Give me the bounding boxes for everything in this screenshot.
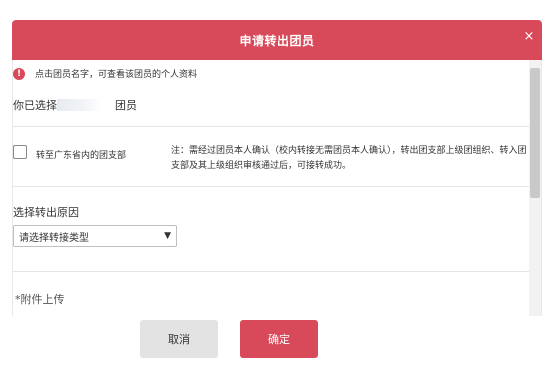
dialog-footer: 取消 确定 bbox=[12, 316, 542, 382]
chevron-down-icon: ▼ bbox=[164, 231, 171, 241]
guangdong-transfer-checkbox[interactable] bbox=[13, 145, 27, 159]
selected-prefix: 你已选择 bbox=[13, 99, 57, 112]
divider bbox=[13, 271, 531, 272]
reason-label: 选择转出原因 bbox=[13, 206, 79, 219]
divider bbox=[13, 126, 531, 127]
scrollbar-thumb[interactable] bbox=[530, 68, 540, 198]
cancel-button[interactable]: 取消 bbox=[140, 320, 218, 358]
scrollbar[interactable] bbox=[529, 60, 541, 316]
divider bbox=[13, 186, 531, 187]
selected-member-name-blurred[interactable] bbox=[57, 99, 101, 111]
dialog-body[interactable]: ! 点击团员名字，可查看该团员的个人资料 你已选择 团员 转至广东省内的团支部 … bbox=[12, 60, 542, 316]
confirm-button[interactable]: 确定 bbox=[240, 320, 318, 358]
attachment-label: *附件上传 bbox=[15, 293, 65, 306]
dialog-header: 申请转出团员 × bbox=[12, 20, 542, 60]
transfer-option: 转至广东省内的团支部 bbox=[13, 144, 126, 161]
warning-icon: ! bbox=[13, 67, 25, 80]
select-value: 请选择转接类型 bbox=[19, 232, 89, 244]
selected-members-row: 你已选择 团员 bbox=[13, 97, 137, 113]
hint-row: ! 点击团员名字，可查看该团员的个人资料 bbox=[13, 67, 197, 80]
close-icon[interactable]: × bbox=[522, 30, 536, 44]
hint-text: 点击团员名字，可查看该团员的个人资料 bbox=[35, 70, 198, 80]
checkbox-label: 转至广东省内的团支部 bbox=[36, 151, 127, 161]
transfer-type-select[interactable]: 请选择转接类型 ▼ bbox=[13, 225, 177, 247]
dialog-title: 申请转出团员 bbox=[239, 33, 315, 48]
selected-suffix: 团员 bbox=[115, 99, 137, 112]
transfer-note: 注：需经过团员本人确认（校内转接无需团员本人确认），转出团支部上级团组织、转入团… bbox=[171, 146, 527, 171]
